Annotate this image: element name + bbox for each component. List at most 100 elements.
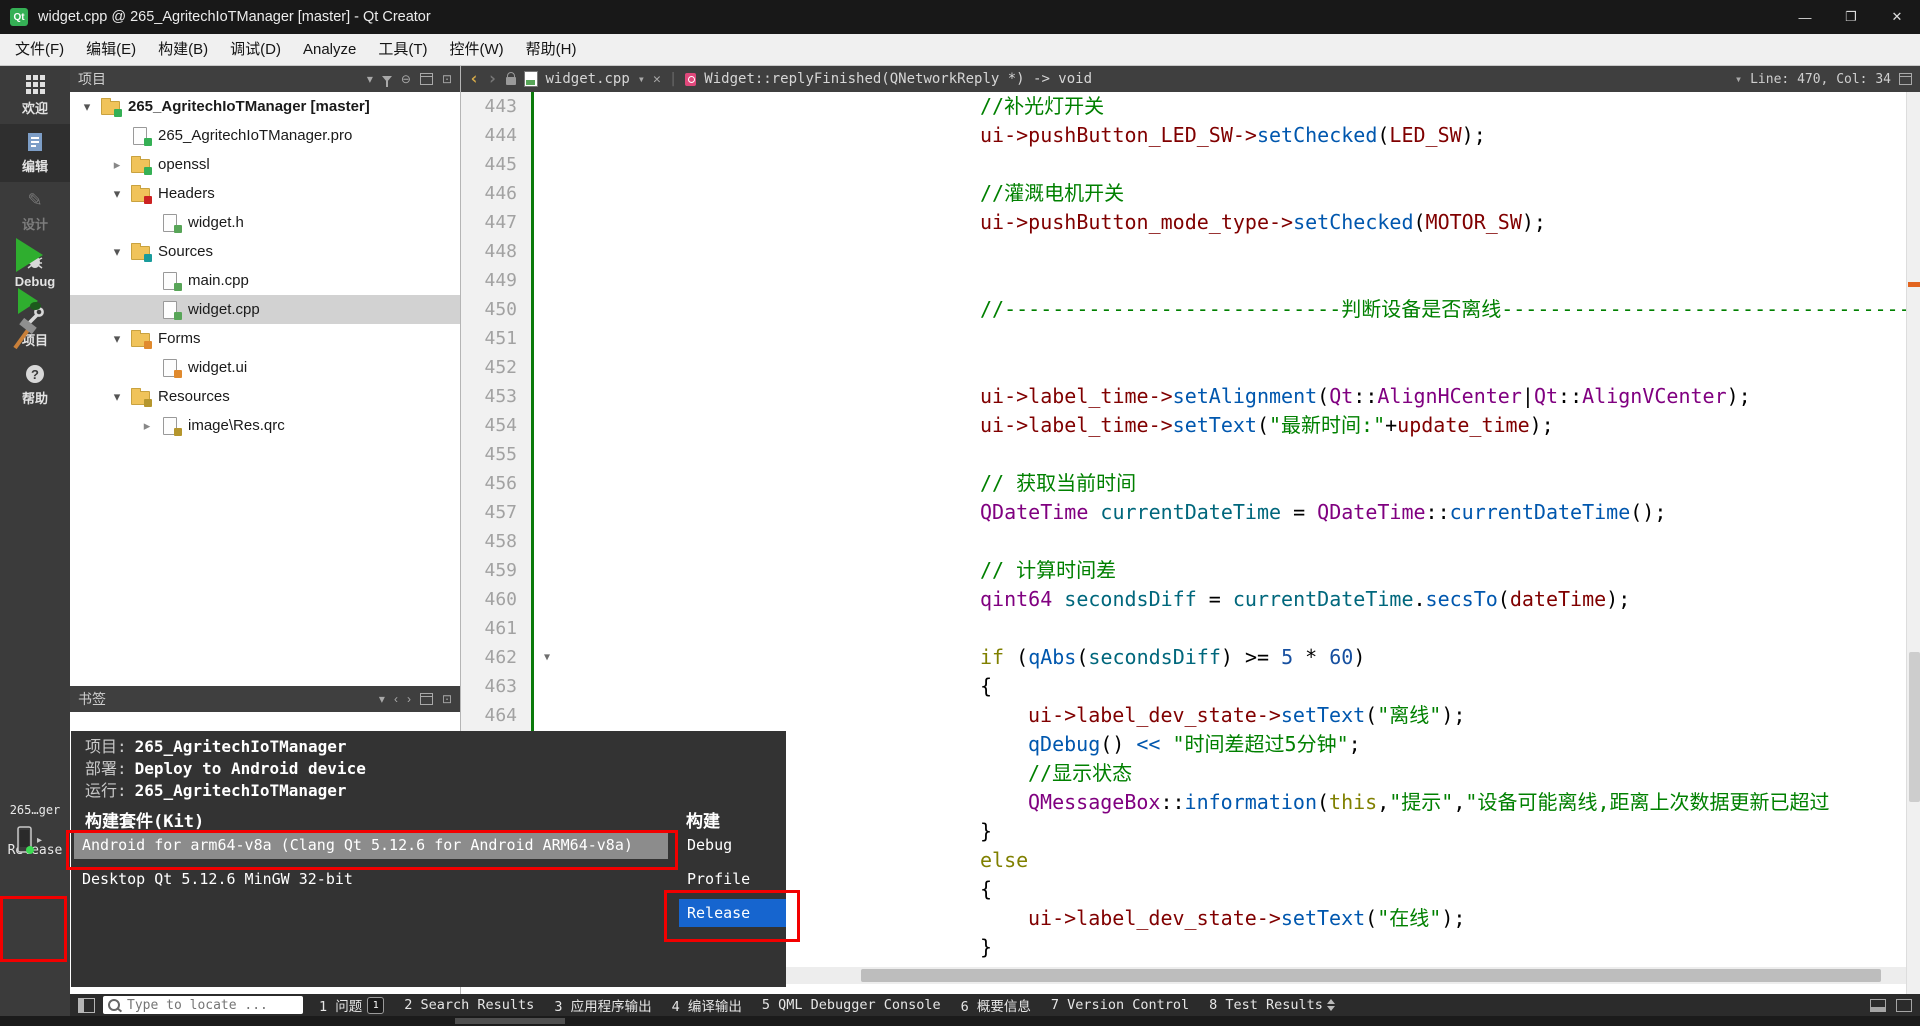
maximize-button[interactable]: ❐ <box>1828 0 1874 34</box>
vertical-scrollbar[interactable] <box>1906 92 1920 994</box>
menu-item-3[interactable]: 调试(D) <box>219 34 292 65</box>
code-line-456[interactable]: 456// 获取当前时间 <box>461 469 1906 498</box>
code-line-448[interactable]: 448 <box>461 237 1906 266</box>
fold-marker-icon[interactable]: ▼ <box>534 643 560 672</box>
code-line-459[interactable]: 459// 计算时间差 <box>461 556 1906 585</box>
tree-row-Sources[interactable]: ▾Sources <box>70 237 460 266</box>
open-file-name[interactable]: widget.cpp <box>546 71 630 87</box>
code-line-444[interactable]: 444ui->pushButton_LED_SW->setChecked(LED… <box>461 121 1906 150</box>
menu-item-1[interactable]: 编辑(E) <box>75 34 147 65</box>
menu-item-2[interactable]: 构建(B) <box>147 34 219 65</box>
menu-item-4[interactable]: Analyze <box>292 34 367 65</box>
split-panel-icon[interactable] <box>420 73 433 85</box>
current-symbol[interactable]: Widget::replyFinished(QNetworkReply *) -… <box>704 71 1092 87</box>
chevron-down-icon[interactable]: ▾ <box>74 99 100 115</box>
code-line-458[interactable]: 458 <box>461 527 1906 556</box>
next-bookmark-icon[interactable]: › <box>407 693 411 705</box>
tree-row-Resources[interactable]: ▾Resources <box>70 382 460 411</box>
tree-row-widget-ui[interactable]: widget.ui <box>70 353 460 382</box>
tree-row-widget-h[interactable]: widget.h <box>70 208 460 237</box>
kit-selector-button[interactable]: 265…ger ▸ Release <box>0 797 70 858</box>
chevron-right-icon[interactable]: ▸ <box>104 157 130 173</box>
tree-row-265-AgritechIoTManager-master-[interactable]: ▾265_AgritechIoTManager [master] <box>70 92 460 121</box>
folder-icon <box>130 185 152 203</box>
chevron-down-icon[interactable]: ▾ <box>104 244 130 260</box>
output-pane-button-6[interactable]: 6 概要信息 <box>961 995 1031 1015</box>
close-panel-icon[interactable]: ⊡ <box>442 693 452 705</box>
code-line-463[interactable]: 463{ <box>461 672 1906 701</box>
tree-row-main-cpp[interactable]: main.cpp <box>70 266 460 295</box>
output-pane-button-4[interactable]: 4 编译输出 <box>672 995 742 1015</box>
mode-欢迎[interactable]: 欢迎 <box>0 66 70 124</box>
code-line-447[interactable]: 447ui->pushButton_mode_type->setChecked(… <box>461 208 1906 237</box>
code-line-445[interactable]: 445 <box>461 150 1906 179</box>
output-window-icon[interactable] <box>1870 999 1886 1012</box>
hscroll-thumb[interactable] <box>861 969 1881 982</box>
chevron-down-icon[interactable]: ▾ <box>104 331 130 347</box>
panel-dropdown-icon[interactable]: ▾ <box>367 73 373 85</box>
chevron-right-icon[interactable]: ▸ <box>134 418 160 434</box>
vscroll-thumb[interactable] <box>1909 652 1920 802</box>
close-document-icon[interactable]: ✕ <box>653 73 661 86</box>
close-panel-icon[interactable]: ⊡ <box>442 73 452 85</box>
output-pane-button-7[interactable]: 7 Version Control <box>1051 997 1189 1013</box>
code-line-454[interactable]: 454ui->label_time->setText("最新时间:"+updat… <box>461 411 1906 440</box>
tree-row-image-Res-qrc[interactable]: ▸image\Res.qrc <box>70 411 460 440</box>
document-dropdown-icon[interactable]: ▾ <box>638 73 645 85</box>
build-config-debug[interactable]: Debug <box>679 831 786 859</box>
menu-item-6[interactable]: 控件(W) <box>439 34 515 65</box>
code-line-443[interactable]: 443//补光灯开关 <box>461 92 1906 121</box>
code-line-449[interactable]: 449 <box>461 266 1906 295</box>
code-line-453[interactable]: 453ui->label_time->setAlignment(Qt::Alig… <box>461 382 1906 411</box>
code-line-450[interactable]: 450//----------------------------判断设备是否离… <box>461 295 1906 324</box>
tree-row-Forms[interactable]: ▾Forms <box>70 324 460 353</box>
tree-row-Headers[interactable]: ▾Headers <box>70 179 460 208</box>
locator[interactable] <box>103 996 303 1014</box>
menu-item-7[interactable]: 帮助(H) <box>515 34 588 65</box>
menu-item-0[interactable]: 文件(F) <box>4 34 75 65</box>
sync-with-editor-icon[interactable]: ⊖ <box>401 73 411 85</box>
chevron-down-icon[interactable]: ▾ <box>104 389 130 405</box>
split-editor-icon[interactable] <box>1899 73 1912 85</box>
code-line-462[interactable]: 462▼if (qAbs(secondsDiff) >= 5 * 60) <box>461 643 1906 672</box>
code-line-446[interactable]: 446//灌溉电机开关 <box>461 179 1906 208</box>
code-line-461[interactable]: 461 <box>461 614 1906 643</box>
code-line-464[interactable]: 464ui->label_dev_state->setText("离线"); <box>461 701 1906 730</box>
code-line-451[interactable]: 451 <box>461 324 1906 353</box>
run-button[interactable] <box>16 238 43 272</box>
toggle-sidebar-icon[interactable] <box>78 998 95 1013</box>
output-pane-button-3[interactable]: 3 应用程序输出 <box>554 995 651 1015</box>
split-panel-icon[interactable] <box>420 693 433 705</box>
mode-帮助[interactable]: ?帮助 <box>0 356 70 414</box>
output-pane-button-2[interactable]: 2 Search Results <box>404 997 534 1013</box>
mode-编辑[interactable]: 编辑 <box>0 124 70 182</box>
filter-icon[interactable] <box>382 76 392 82</box>
kit-project-short[interactable]: 265…ger <box>0 803 70 817</box>
output-pane-updown-icon[interactable] <box>1327 999 1335 1011</box>
tree-row-widget-cpp[interactable]: widget.cpp <box>70 295 460 324</box>
fullscreen-pane-icon[interactable] <box>1896 999 1912 1012</box>
tree-row-openssl[interactable]: ▸openssl <box>70 150 460 179</box>
tree-row-265-AgritechIoTManager-pro[interactable]: 265_AgritechIoTManager.pro <box>70 121 460 150</box>
prev-bookmark-icon[interactable]: ‹ <box>394 693 398 705</box>
panel-dropdown-icon[interactable]: ▾ <box>379 693 385 705</box>
chevron-down-icon[interactable]: ▾ <box>104 186 130 202</box>
go-back-icon[interactable]: ‹ <box>469 69 479 89</box>
output-pane-button-1[interactable]: 1 问题1 <box>319 995 384 1015</box>
build-config-profile[interactable]: Profile <box>679 865 786 893</box>
code-line-457[interactable]: 457QDateTime currentDateTime = QDateTime… <box>461 498 1906 527</box>
mode-设计[interactable]: ✎设计 <box>0 182 70 240</box>
minimize-button[interactable]: — <box>1782 0 1828 34</box>
locate-input[interactable] <box>125 997 298 1014</box>
build-button[interactable] <box>8 318 38 357</box>
code-line-455[interactable]: 455 <box>461 440 1906 469</box>
output-pane-button-5[interactable]: 5 QML Debugger Console <box>762 997 941 1013</box>
symbol-dropdown-icon[interactable]: ▾ <box>1735 73 1742 85</box>
menu-item-5[interactable]: 工具(T) <box>367 34 438 65</box>
go-forward-icon[interactable]: › <box>487 69 497 89</box>
code-line-452[interactable]: 452 <box>461 353 1906 382</box>
code-line-460[interactable]: 460qint64 secondsDiff = currentDateTime.… <box>461 585 1906 614</box>
output-pane-button-8[interactable]: 8 Test Results <box>1209 997 1323 1013</box>
close-button[interactable]: ✕ <box>1874 0 1920 34</box>
debug-run-button[interactable] <box>18 288 38 314</box>
